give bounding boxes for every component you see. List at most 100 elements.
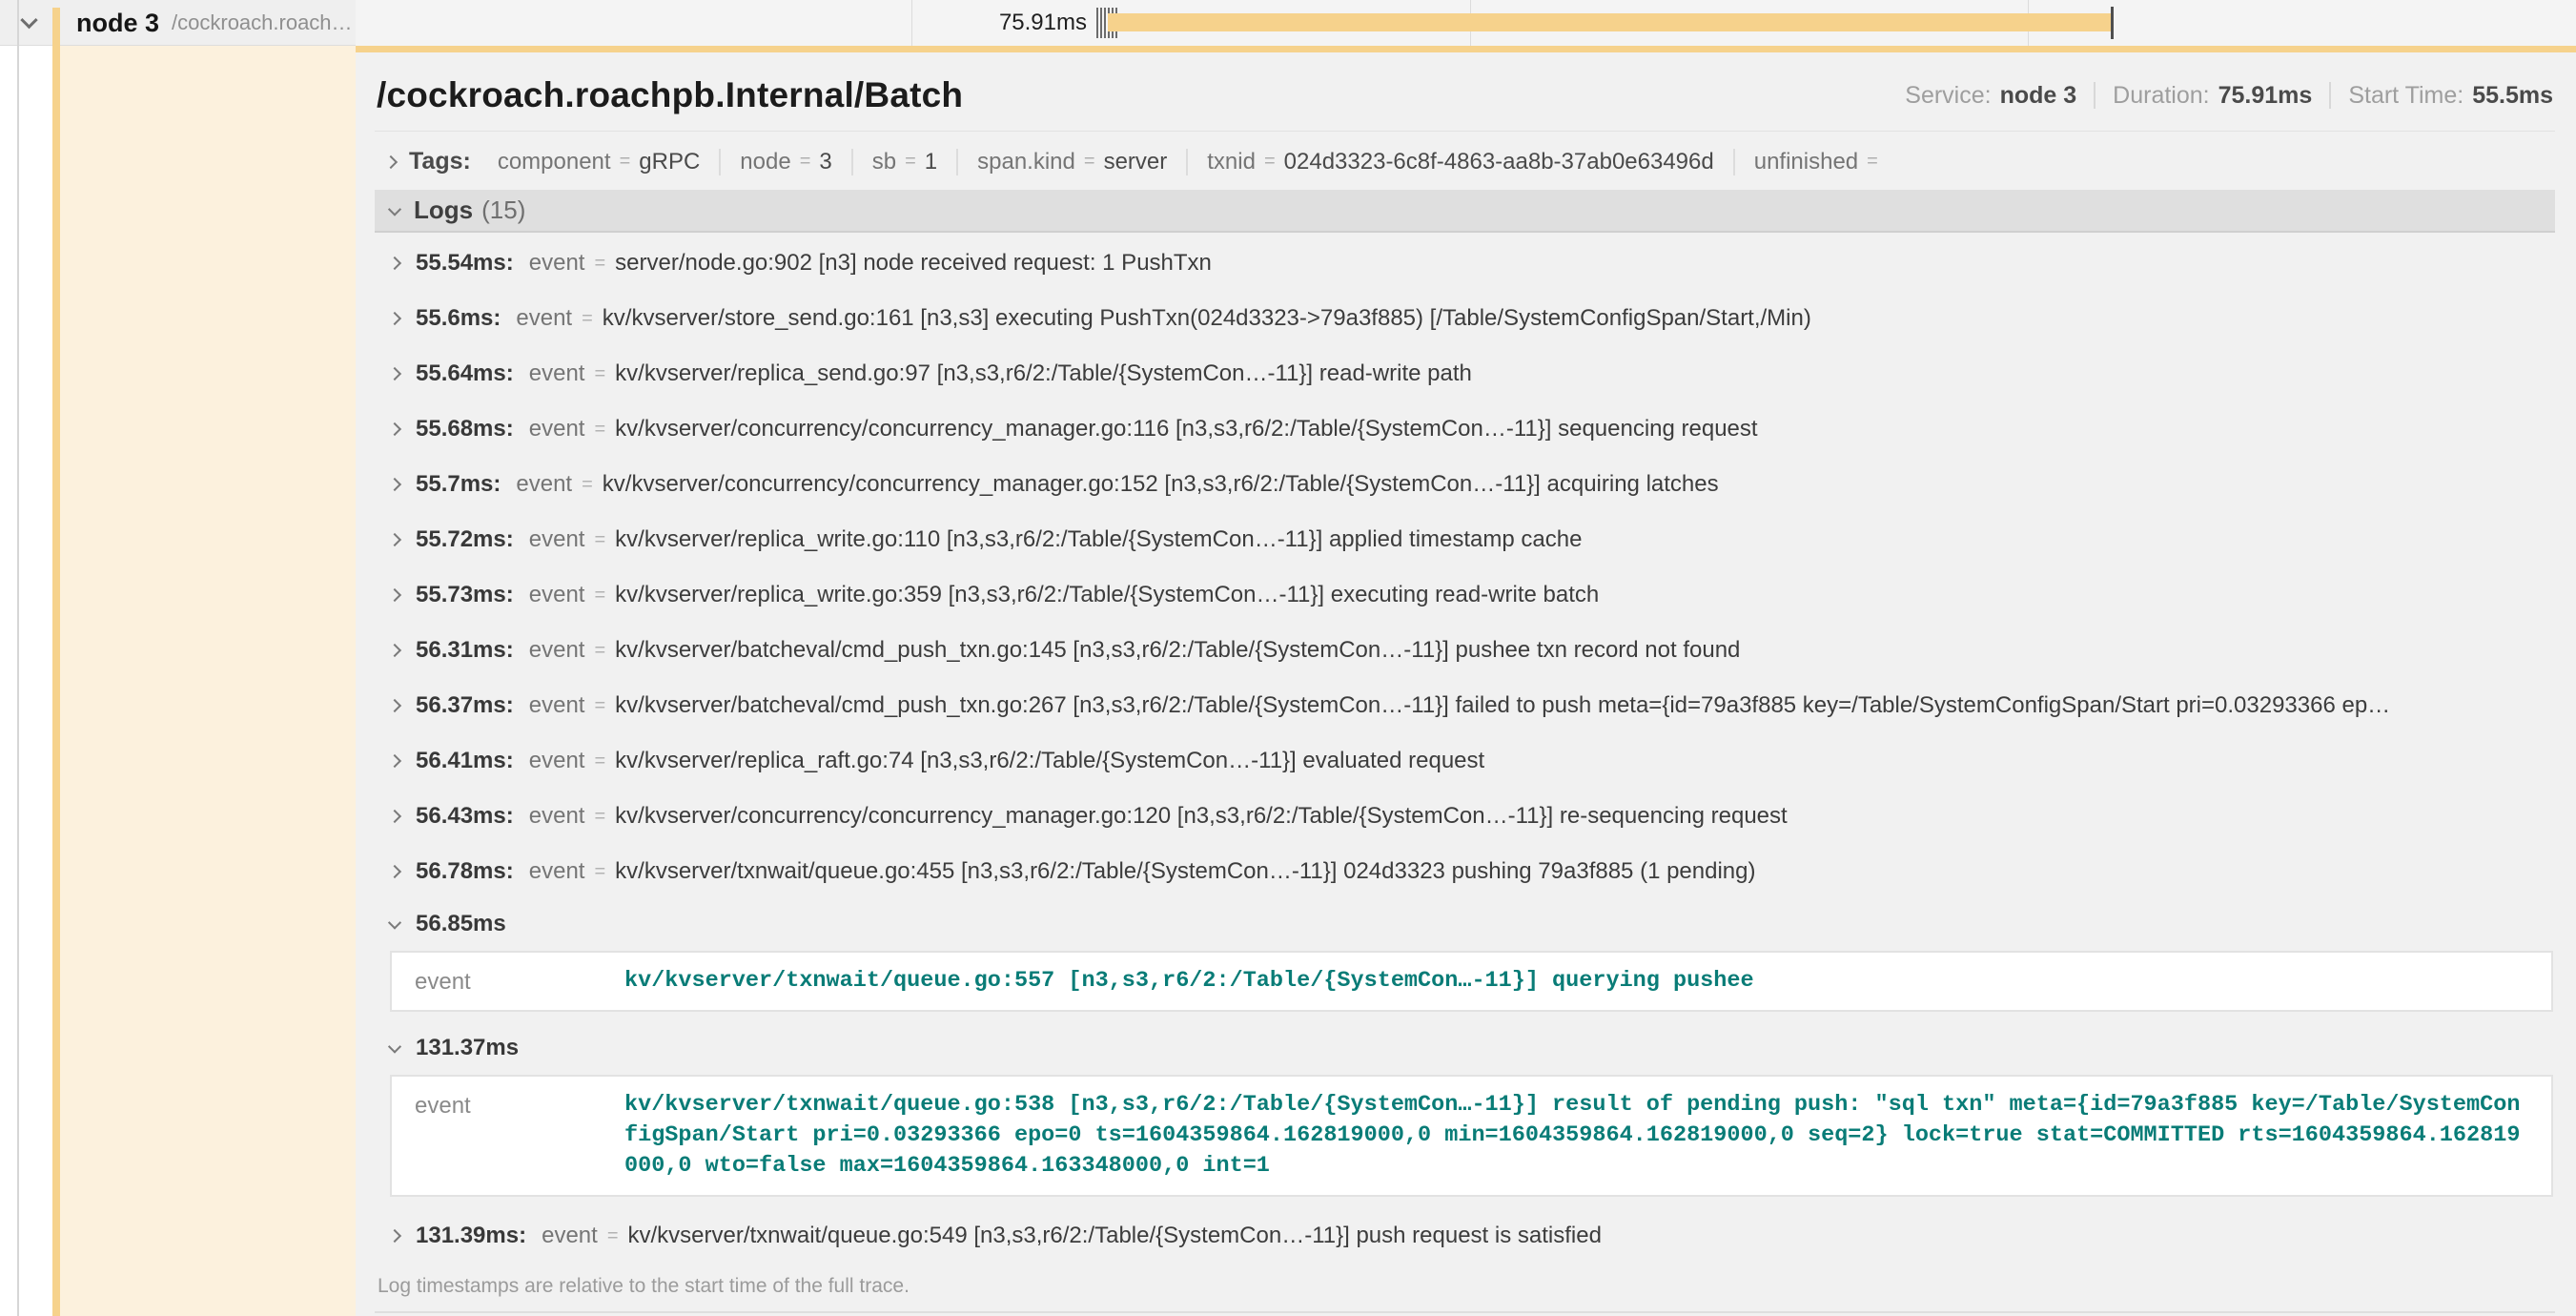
- equals-glyph: =: [1264, 151, 1276, 173]
- log-field-value: kv/kvserver/replica_raft.go:74 [n3,s3,r6…: [615, 748, 1484, 774]
- log-row[interactable]: 56.41ms: event = kv/kvserver/replica_raf…: [375, 733, 2555, 789]
- tag-value: 024d3323-6c8f-4863-aa8b-37ab0e63496d: [1284, 149, 1714, 175]
- log-field-key: event: [529, 526, 585, 553]
- chevron-right-icon: [388, 699, 401, 712]
- chevron-down-icon: [388, 916, 401, 930]
- tag-item[interactable]: unfinished =: [1733, 149, 1906, 175]
- start-time-value: 55.5ms: [2472, 82, 2553, 110]
- log-row[interactable]: 55.73ms: event = kv/kvserver/replica_wri…: [375, 567, 2555, 623]
- log-field-key: event: [516, 471, 572, 498]
- chevron-right-icon: [388, 533, 401, 546]
- log-timestamp: 55.64ms:: [416, 360, 514, 387]
- tag-key: span.kind: [977, 149, 1075, 175]
- service-label: Service:: [1905, 82, 1991, 110]
- log-field-value: kv/kvserver/concurrency/concurrency_mana…: [603, 471, 1719, 498]
- equals-glyph: =: [594, 861, 605, 883]
- log-row[interactable]: 55.6ms: event = kv/kvserver/store_send.g…: [375, 291, 2555, 346]
- log-field-key: event: [529, 803, 585, 830]
- tags-accordion[interactable]: Tags: component = gRPC node = 3 sb = 1 s…: [375, 132, 2555, 186]
- log-row-expanded-header[interactable]: 131.37ms: [375, 1023, 2555, 1073]
- tag-item[interactable]: component = gRPC: [479, 149, 719, 175]
- equals-glyph: =: [1084, 151, 1095, 173]
- log-field-key: event: [529, 637, 585, 664]
- log-row[interactable]: 56.37ms: event = kv/kvserver/batcheval/c…: [375, 678, 2555, 733]
- span-end-tick: [2111, 7, 2114, 39]
- log-row-expanded: 131.37ms event kv/kvserver/txnwait/queue…: [375, 1023, 2555, 1197]
- log-field-value: kv/kvserver/txnwait/queue.go:455 [n3,s3,…: [615, 858, 1755, 885]
- chevron-right-icon: [388, 810, 401, 823]
- log-row[interactable]: 55.54ms: event = server/node.go:902 [n3]…: [375, 236, 2555, 291]
- log-timestamp: 55.68ms:: [416, 416, 514, 442]
- tag-item[interactable]: txnid = 024d3323-6c8f-4863-aa8b-37ab0e63…: [1186, 149, 1732, 175]
- tag-value: server: [1104, 149, 1168, 175]
- span-meta: Service: node 3 Duration: 75.91ms Start …: [1905, 82, 2553, 110]
- log-field-value: kv/kvserver/concurrency/concurrency_mana…: [615, 416, 1757, 442]
- tag-value: 1: [925, 149, 937, 175]
- span-duration-bar[interactable]: [1108, 13, 2113, 31]
- tag-item[interactable]: node = 3: [719, 149, 850, 175]
- equals-glyph: =: [594, 640, 605, 662]
- equals-glyph: =: [905, 151, 916, 173]
- span-operation-name: /cockroach.roach…: [172, 10, 353, 35]
- log-field-key: event: [529, 360, 585, 387]
- log-timestamp: 56.85ms: [416, 911, 506, 937]
- start-time-label: Start Time:: [2348, 82, 2464, 110]
- logs-accordion-header[interactable]: Logs (15): [375, 190, 2555, 233]
- duration-value: 75.91ms: [2218, 82, 2313, 110]
- tag-key: component: [498, 149, 611, 175]
- log-timestamp: 56.31ms:: [416, 637, 514, 664]
- log-row[interactable]: 131.39ms: event = kv/kvserver/txnwait/qu…: [375, 1208, 2555, 1264]
- left-gutter-divider: [17, 0, 19, 1316]
- log-field-key: event: [516, 305, 572, 332]
- equals-glyph: =: [594, 806, 605, 828]
- log-timestamp: 55.73ms:: [416, 582, 514, 608]
- log-field-key[interactable]: event: [415, 1090, 624, 1182]
- log-row[interactable]: 55.64ms: event = kv/kvserver/replica_sen…: [375, 346, 2555, 401]
- log-field-key[interactable]: event: [415, 966, 624, 997]
- equals-glyph: =: [607, 1225, 619, 1247]
- chevron-right-icon: [388, 754, 401, 768]
- log-field-value: kv/kvserver/txnwait/queue.go:549 [n3,s3,…: [628, 1223, 1602, 1249]
- chevron-right-icon: [388, 865, 401, 878]
- logs-title: Logs: [414, 195, 473, 225]
- meta-separator: [2329, 82, 2331, 109]
- log-timestamp: 131.39ms:: [416, 1223, 526, 1249]
- log-field-value: kv/kvserver/replica_write.go:110 [n3,s3,…: [615, 526, 1582, 553]
- log-field-key: event: [529, 748, 585, 774]
- span-detail-panel: /cockroach.roachpb.Internal/Batch Servic…: [356, 46, 2576, 1316]
- collapse-children-chevron-icon[interactable]: [20, 11, 37, 29]
- chevron-right-icon: [388, 312, 401, 325]
- equals-glyph: =: [594, 363, 605, 385]
- span-duration-label: 75.91ms: [944, 0, 1087, 46]
- log-field-value: kv/kvserver/batcheval/cmd_push_txn.go:14…: [615, 637, 1740, 664]
- log-row-expanded-header[interactable]: 56.85ms: [375, 899, 2555, 949]
- tag-key: node: [740, 149, 790, 175]
- log-field-key: event: [529, 250, 585, 277]
- service-value: node 3: [2000, 82, 2077, 110]
- trace-span-detail-view: node 3 /cockroach.roach… 75.91ms /cockro…: [0, 0, 2576, 1316]
- equals-glyph: =: [594, 585, 605, 607]
- tag-item[interactable]: sb = 1: [851, 149, 956, 175]
- log-timestamp: 131.37ms: [416, 1035, 519, 1061]
- tag-item[interactable]: span.kind = server: [956, 149, 1186, 175]
- log-field-value: kv/kvserver/store_send.go:161 [n3,s3] ex…: [603, 305, 1811, 332]
- log-timestamp: 56.43ms:: [416, 803, 514, 830]
- log-timestamp: 55.54ms:: [416, 250, 514, 277]
- tag-value: 3: [819, 149, 831, 175]
- log-field-value: kv/kvserver/concurrency/concurrency_mana…: [615, 803, 1788, 830]
- log-field-value: kv/kvserver/txnwait/queue.go:538 [n3,s3,…: [624, 1090, 2526, 1182]
- span-name-tab[interactable]: node 3 /cockroach.roach…: [76, 0, 353, 46]
- log-rows-list: 55.54ms: event = server/node.go:902 [n3]…: [375, 233, 2555, 1264]
- log-row[interactable]: 55.7ms: event = kv/kvserver/concurrency/…: [375, 457, 2555, 512]
- log-field-key: event: [529, 692, 585, 719]
- log-row[interactable]: 55.72ms: event = kv/kvserver/replica_wri…: [375, 512, 2555, 567]
- equals-glyph: =: [594, 751, 605, 772]
- log-row[interactable]: 56.31ms: event = kv/kvserver/batcheval/c…: [375, 623, 2555, 678]
- log-row[interactable]: 56.78ms: event = kv/kvserver/txnwait/que…: [375, 844, 2555, 899]
- logs-count: (15): [481, 195, 525, 225]
- equals-glyph: =: [1867, 151, 1878, 173]
- log-field-value: kv/kvserver/txnwait/queue.go:557 [n3,s3,…: [624, 966, 2526, 997]
- log-field-key: event: [529, 416, 585, 442]
- log-row[interactable]: 55.68ms: event = kv/kvserver/concurrency…: [375, 401, 2555, 457]
- log-row[interactable]: 56.43ms: event = kv/kvserver/concurrency…: [375, 789, 2555, 844]
